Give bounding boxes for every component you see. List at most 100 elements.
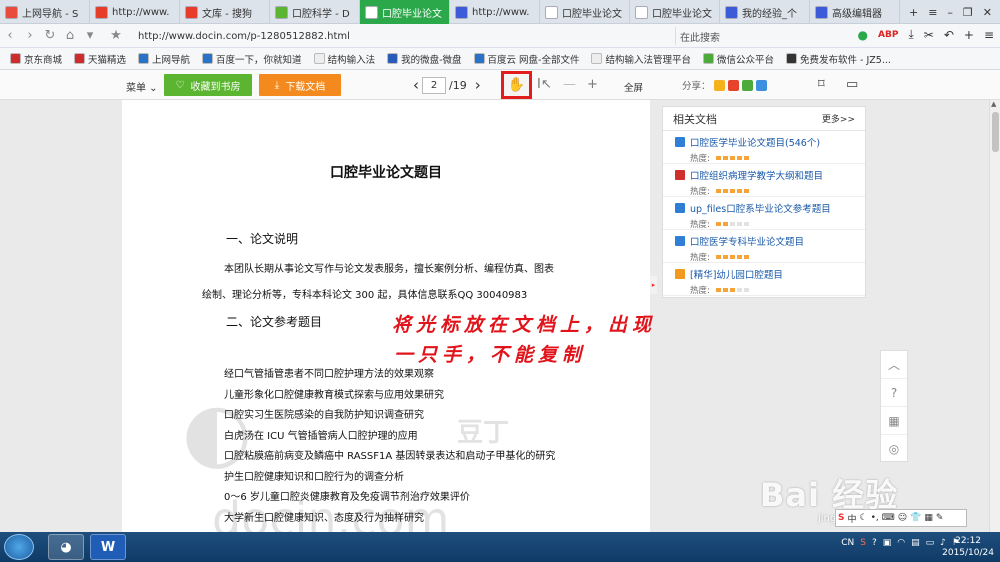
reload-icon[interactable]: ↻ — [40, 28, 60, 43]
heat-bars — [715, 222, 749, 226]
download-icon[interactable]: ⤓ — [908, 27, 913, 42]
doc-type-icon — [675, 203, 685, 213]
adblock-icon[interactable]: ABP — [878, 30, 898, 40]
zoom-out-icon[interactable]: — — [563, 77, 576, 92]
comment-icon[interactable]: ▭ — [846, 77, 858, 92]
wechat-icon[interactable]: ● — [858, 28, 868, 42]
add-icon[interactable]: + — [964, 28, 974, 42]
bookmark-item[interactable]: 天猫精选 — [74, 52, 126, 66]
related-doc-title[interactable]: 口腔医学专科毕业论文题目 — [690, 234, 865, 248]
bookmark-item[interactable]: 微信公众平台 — [702, 52, 774, 66]
clock[interactable]: 22:12 2015/10/24 — [942, 535, 994, 559]
minimize-icon[interactable]: – — [947, 6, 953, 19]
scissors-icon[interactable]: ✂ — [924, 28, 934, 42]
fullscreen-button[interactable]: 全屏 — [624, 80, 643, 94]
tab-1[interactable]: http://www. — [90, 0, 180, 24]
wechat-float-icon[interactable]: ◎ — [881, 435, 907, 463]
heat-rating: 热度: — [690, 185, 865, 197]
wifi-icon[interactable]: ◠ — [897, 538, 905, 548]
related-doc-item[interactable]: 口腔医学专科毕业论文题目 热度: — [663, 230, 865, 263]
word-taskbar-icon[interactable]: W — [90, 534, 126, 560]
menu-dropdown[interactable]: 菜单 ⌄ — [126, 79, 158, 94]
bookmark-item[interactable]: 百度云 网盘-全部文件 — [473, 52, 579, 66]
heat-bar — [715, 255, 721, 259]
folder-tray-icon[interactable]: ▤ — [911, 538, 920, 548]
download-button[interactable]: ⤓ 下载文档 — [259, 74, 341, 96]
related-doc-title[interactable]: 口腔医学毕业论文题目(546个) — [690, 135, 865, 149]
address-bar[interactable]: http://www.docin.com/p-1280512882.html — [138, 27, 668, 45]
search-input[interactable]: 在此搜索 — [675, 27, 815, 45]
more-link[interactable]: 更多>> — [822, 112, 855, 125]
prev-page-icon[interactable]: ‹ — [413, 76, 419, 94]
hand-tool-icon[interactable]: ✋ — [501, 71, 532, 99]
star-icon[interactable]: ★ — [106, 28, 126, 43]
tab-0[interactable]: 上网导航 - S — [0, 0, 90, 24]
list-icon[interactable]: ≡ — [984, 28, 994, 42]
qrcode-icon[interactable]: ▦ — [881, 407, 907, 435]
select-tool-icon[interactable]: I↖ — [537, 77, 552, 92]
language-indicator[interactable]: CN — [841, 538, 854, 548]
tab-8[interactable]: 我的经验_个 — [720, 0, 810, 24]
close-icon[interactable]: ✕ — [983, 6, 992, 19]
bookmarks-bar: 京东商城 天猫精选 上网导航 百度一下，你就知道 结构输入法 我的微盘-微盘 百度云 网盘-… — [0, 48, 1000, 70]
bookmark-item[interactable]: 结构输入法 — [313, 52, 376, 66]
wechat-share-icon[interactable] — [741, 79, 753, 91]
tab-3[interactable]: 口腔科学 - D — [270, 0, 360, 24]
tab-2[interactable]: 文库 - 搜狗 — [180, 0, 270, 24]
tab-label: 口腔毕业论文 — [382, 8, 442, 20]
network-tray-icon[interactable]: ▣ — [883, 538, 892, 548]
history-icon[interactable]: ▾ — [80, 28, 100, 43]
heat-bar — [722, 222, 728, 226]
weibo-icon[interactable] — [727, 79, 739, 91]
help-icon[interactable]: ? — [881, 379, 907, 407]
bookmark-item[interactable]: 我的微盘-微盘 — [387, 52, 462, 66]
bookmark-item[interactable]: 免费发布软件 - JZ5... — [786, 52, 891, 66]
collapse-toggle[interactable]: ▸ — [650, 276, 657, 294]
sogou-tray-icon[interactable]: S — [860, 538, 866, 548]
tab-5[interactable]: http://www. — [450, 0, 540, 24]
bookmark-label: 结构输入法 — [327, 54, 376, 66]
related-doc-title[interactable]: [精华]幼儿园口腔题目 — [690, 267, 865, 281]
bookmark-icon[interactable]: ⌑ — [818, 77, 825, 92]
related-doc-item[interactable]: 口腔组织病理学教学大纲和题目 热度: — [663, 164, 865, 197]
bookmark-item[interactable]: 上网导航 — [138, 52, 190, 66]
tab-7[interactable]: 口腔毕业论文 — [630, 0, 720, 24]
help-tray-icon[interactable]: ? — [872, 538, 877, 548]
forward-icon[interactable]: › — [20, 28, 40, 43]
related-doc-item[interactable]: up_files口腔系毕业论文参考题目 热度: — [663, 197, 865, 230]
bookmark-item[interactable]: 百度一下，你就知道 — [202, 52, 302, 66]
menu-icon[interactable]: ≡ — [928, 6, 937, 19]
scroll-up-icon[interactable]: ▲ — [991, 100, 996, 108]
tab-4[interactable]: 口腔毕业论文 — [360, 0, 450, 24]
bookmark-favicon-icon — [202, 53, 214, 64]
undo-icon[interactable]: ↶ — [944, 28, 954, 42]
back-icon[interactable]: ‹ — [0, 28, 20, 43]
next-page-icon[interactable]: › — [475, 76, 481, 94]
bookmark-item[interactable]: 结构输入法管理平台 — [591, 52, 691, 66]
zoom-in-icon[interactable]: + — [587, 77, 598, 92]
related-doc-title[interactable]: up_files口腔系毕业论文参考题目 — [690, 201, 865, 215]
scrollbar[interactable]: ▲ — [989, 100, 1000, 532]
more-share-icon[interactable] — [755, 79, 767, 91]
back-to-top-icon[interactable]: ︿ — [881, 351, 907, 379]
battery-icon[interactable]: ▭ — [926, 538, 935, 548]
bookmark-item[interactable]: 京东商城 — [10, 52, 62, 66]
related-doc-title[interactable]: 口腔组织病理学教学大纲和题目 — [690, 168, 865, 182]
home-icon[interactable]: ⌂ — [60, 28, 80, 43]
new-tab-icon[interactable]: + — [909, 6, 918, 19]
heat-bar — [743, 189, 749, 193]
related-doc-item[interactable]: [精华]幼儿园口腔题目 热度: — [663, 263, 865, 296]
scroll-thumb[interactable] — [992, 112, 999, 152]
related-doc-item[interactable]: 口腔医学毕业论文题目(546个) 热度: — [663, 131, 865, 164]
qzone-icon[interactable] — [713, 79, 725, 91]
start-button[interactable] — [4, 534, 34, 560]
heat-bars — [715, 156, 749, 160]
favorite-button[interactable]: ♡ 收藏到书房 — [164, 74, 252, 96]
page-input[interactable]: 2 — [422, 76, 446, 94]
topic-item: 儿童形象化口腔健康教育模式探索与应用效果研究 — [224, 389, 444, 401]
restore-icon[interactable]: ❐ — [963, 6, 973, 19]
tab-6[interactable]: 口腔毕业论文 — [540, 0, 630, 24]
browser-taskbar-icon[interactable]: ◕ — [48, 534, 84, 560]
ime-toolbar[interactable]: S 中 ☾ •, ⌨ ☺ 👕 ▦ ✎ — [835, 509, 967, 527]
tab-9[interactable]: 高级编辑器 — [810, 0, 900, 24]
